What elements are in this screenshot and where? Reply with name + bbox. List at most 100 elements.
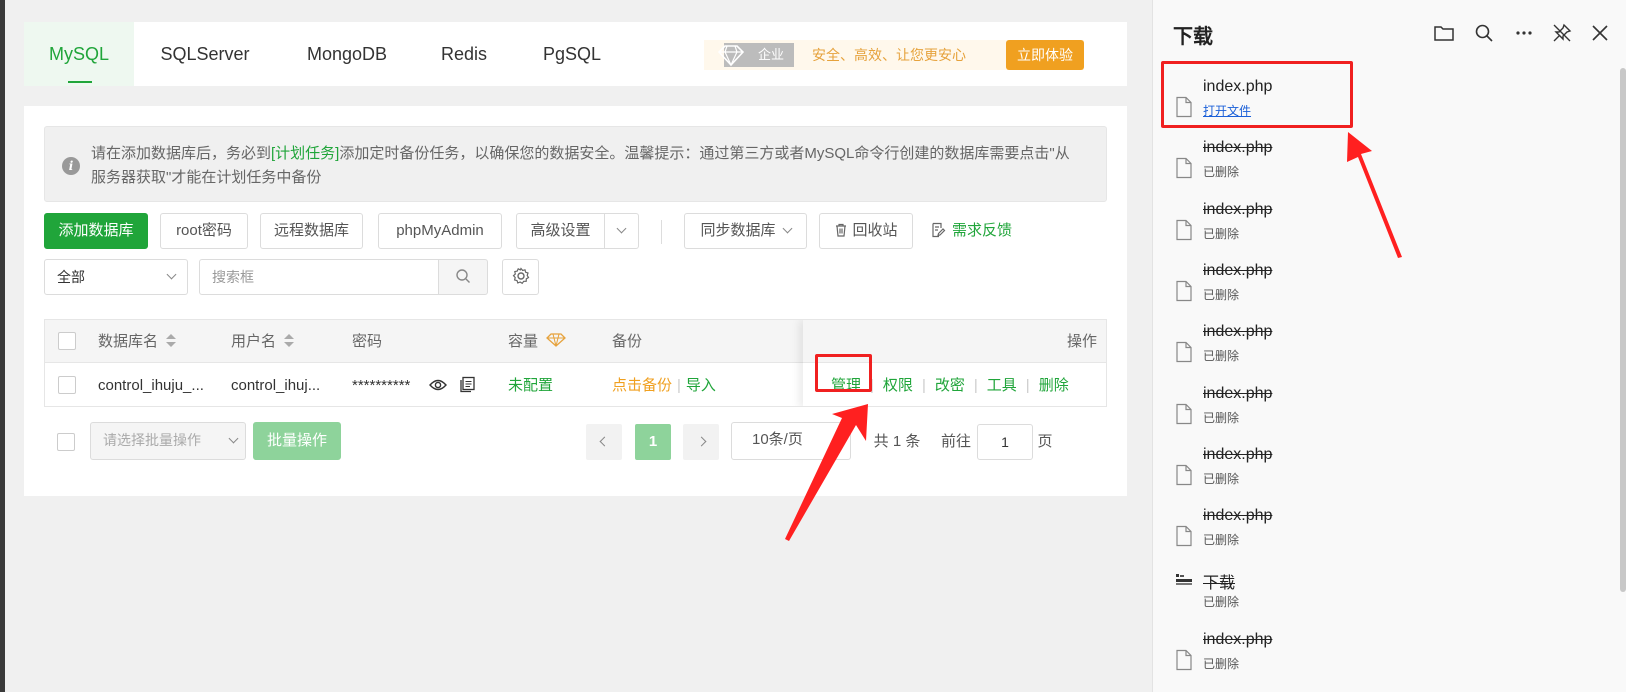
advanced-dropdown-button[interactable] bbox=[604, 213, 639, 249]
file-icon bbox=[1176, 157, 1192, 179]
info-icon: i bbox=[62, 157, 80, 175]
row-checkbox[interactable] bbox=[58, 376, 76, 394]
add-database-button[interactable]: 添加数据库 bbox=[44, 213, 148, 249]
downloads-title: 下载 bbox=[1173, 26, 1213, 48]
download-item[interactable]: index.php 已删除 bbox=[1175, 631, 1595, 691]
chevron-down-icon bbox=[833, 433, 844, 444]
database-panel: MySQL SQLServer MongoDB Redis PgSQL 企业版 … bbox=[5, 0, 1152, 692]
page-size-select[interactable]: 10条/页 bbox=[731, 422, 851, 460]
enterprise-label: 企业版 bbox=[758, 47, 785, 86]
backup-now-link[interactable]: 点击备份 bbox=[612, 377, 672, 394]
batch-operation-button[interactable]: 批量操作 bbox=[253, 422, 341, 460]
phpmyadmin-button[interactable]: phpMyAdmin bbox=[378, 213, 502, 249]
column-backup: 备份 bbox=[612, 333, 643, 350]
chevron-down-icon bbox=[166, 269, 177, 280]
page-1-button[interactable]: 1 bbox=[635, 424, 671, 460]
download-status: 已删除 bbox=[1203, 533, 1240, 547]
highlight-box bbox=[815, 354, 872, 392]
tab-mysql[interactable]: MySQL bbox=[24, 22, 134, 86]
column-actions: 操作 bbox=[1066, 333, 1097, 350]
sync-database-button[interactable]: 同步数据库 bbox=[684, 213, 807, 249]
tab-mongodb[interactable]: MongoDB bbox=[292, 22, 402, 86]
goto-label: 前往 bbox=[940, 433, 971, 450]
prev-page-button[interactable] bbox=[586, 424, 622, 460]
advanced-settings-button[interactable]: 高级设置 bbox=[516, 213, 605, 249]
download-filename: index.php bbox=[1203, 262, 1273, 279]
change-password-link[interactable]: 改密 bbox=[935, 377, 965, 394]
column-password: 密码 bbox=[352, 333, 383, 350]
toolbar-divider bbox=[661, 220, 662, 244]
download-filename: index.php bbox=[1203, 139, 1273, 156]
backup-notice: i 请在添加数据库后，务必到[计划任务]添加定时备份任务，以确保您的数据安全。温… bbox=[44, 126, 1107, 202]
pin-icon[interactable] bbox=[1551, 22, 1575, 46]
import-link[interactable]: 导入 bbox=[686, 377, 716, 394]
next-page-button[interactable] bbox=[683, 424, 719, 460]
db-name-cell[interactable]: control_ihuju_... bbox=[98, 364, 204, 406]
batch-select-checkbox[interactable] bbox=[57, 433, 75, 451]
folder-icon[interactable] bbox=[1433, 22, 1457, 46]
batch-operation-select[interactable]: 请选择批量操作 bbox=[90, 422, 246, 460]
sort-icon bbox=[284, 334, 295, 348]
select-all-checkbox[interactable] bbox=[58, 332, 76, 350]
download-item[interactable]: index.php 已删除 bbox=[1175, 139, 1595, 199]
promo-slogan: 安全、高效、让您更安心 bbox=[812, 47, 966, 63]
edit-note-icon bbox=[932, 222, 946, 238]
download-filename: index.php bbox=[1203, 631, 1273, 648]
column-username[interactable]: 用户名 bbox=[231, 320, 295, 363]
remote-database-button[interactable]: 远程数据库 bbox=[260, 213, 363, 249]
eye-icon[interactable] bbox=[429, 378, 447, 392]
download-item[interactable]: index.php 已删除 bbox=[1175, 385, 1595, 445]
goto-page-input[interactable]: 1 bbox=[977, 424, 1033, 460]
column-db-name[interactable]: 数据库名 bbox=[98, 320, 177, 363]
download-filename: index.php bbox=[1203, 201, 1273, 218]
download-item[interactable]: index.php 已删除 bbox=[1175, 262, 1595, 322]
feedback-link[interactable]: 需求反馈 bbox=[930, 213, 1012, 249]
close-icon[interactable] bbox=[1589, 22, 1613, 46]
download-item[interactable]: index.php 已删除 bbox=[1175, 323, 1595, 383]
db-type-tabs: MySQL SQLServer MongoDB Redis PgSQL 企业版 … bbox=[24, 22, 1127, 86]
enterprise-badge: 企业版 bbox=[717, 43, 794, 86]
download-item[interactable]: index.php 已删除 bbox=[1175, 201, 1595, 261]
search-icon bbox=[456, 269, 470, 283]
search-button[interactable] bbox=[438, 259, 488, 295]
chevron-down-icon bbox=[228, 433, 239, 444]
download-status: 已删除 bbox=[1203, 227, 1240, 241]
search-icon[interactable] bbox=[1473, 22, 1497, 46]
recycle-bin-button[interactable]: 回收站 bbox=[819, 213, 913, 249]
sort-icon bbox=[166, 334, 177, 348]
download-filename: index.php bbox=[1203, 323, 1273, 340]
download-item[interactable]: index.php 已删除 bbox=[1175, 507, 1595, 567]
chevron-down-icon bbox=[616, 223, 627, 234]
download-item[interactable]: 下载 已删除 bbox=[1175, 569, 1595, 629]
download-item[interactable]: index.php 已删除 bbox=[1175, 446, 1595, 506]
tab-sqlserver[interactable]: SQLServer bbox=[146, 22, 264, 86]
file-icon bbox=[1176, 403, 1192, 425]
try-now-button[interactable]: 立即体验 bbox=[1006, 40, 1084, 70]
tab-pgsql[interactable]: PgSQL bbox=[534, 22, 610, 86]
chevron-right-icon bbox=[696, 436, 706, 447]
column-capacity: 容量 bbox=[508, 320, 567, 363]
file-icon bbox=[1176, 219, 1192, 241]
file-icon bbox=[1176, 341, 1192, 363]
password-cell: ********** bbox=[352, 377, 411, 394]
gear-icon bbox=[512, 267, 529, 285]
total-count: 共 1 条 bbox=[873, 433, 921, 450]
tab-redis[interactable]: Redis bbox=[429, 22, 499, 86]
schedule-task-link[interactable]: [计划任务] bbox=[271, 145, 339, 162]
download-filename: index.php bbox=[1203, 446, 1273, 463]
copy-icon[interactable] bbox=[459, 376, 476, 393]
delete-link[interactable]: 删除 bbox=[1039, 377, 1069, 394]
tools-link[interactable]: 工具 bbox=[987, 377, 1017, 394]
scrollbar[interactable] bbox=[1620, 68, 1626, 592]
downloads-panel: 下载 index.php 打开文件 index.php 已删除 index.php 已删除… bbox=[1152, 0, 1626, 692]
search-input[interactable]: 搜索框 bbox=[199, 259, 439, 295]
download-status: 已删除 bbox=[1203, 411, 1240, 425]
capacity-cell[interactable]: 未配置 bbox=[508, 364, 553, 406]
root-password-button[interactable]: root密码 bbox=[160, 213, 248, 249]
enterprise-promo: 企业版 安全、高效、让您更安心 立即体验 bbox=[704, 40, 1084, 86]
permission-link[interactable]: 权限 bbox=[883, 377, 913, 394]
more-icon[interactable] bbox=[1513, 22, 1537, 46]
download-filename: 下载 bbox=[1203, 575, 1236, 592]
category-select[interactable]: 全部 bbox=[44, 259, 188, 295]
column-settings-button[interactable] bbox=[502, 259, 539, 295]
